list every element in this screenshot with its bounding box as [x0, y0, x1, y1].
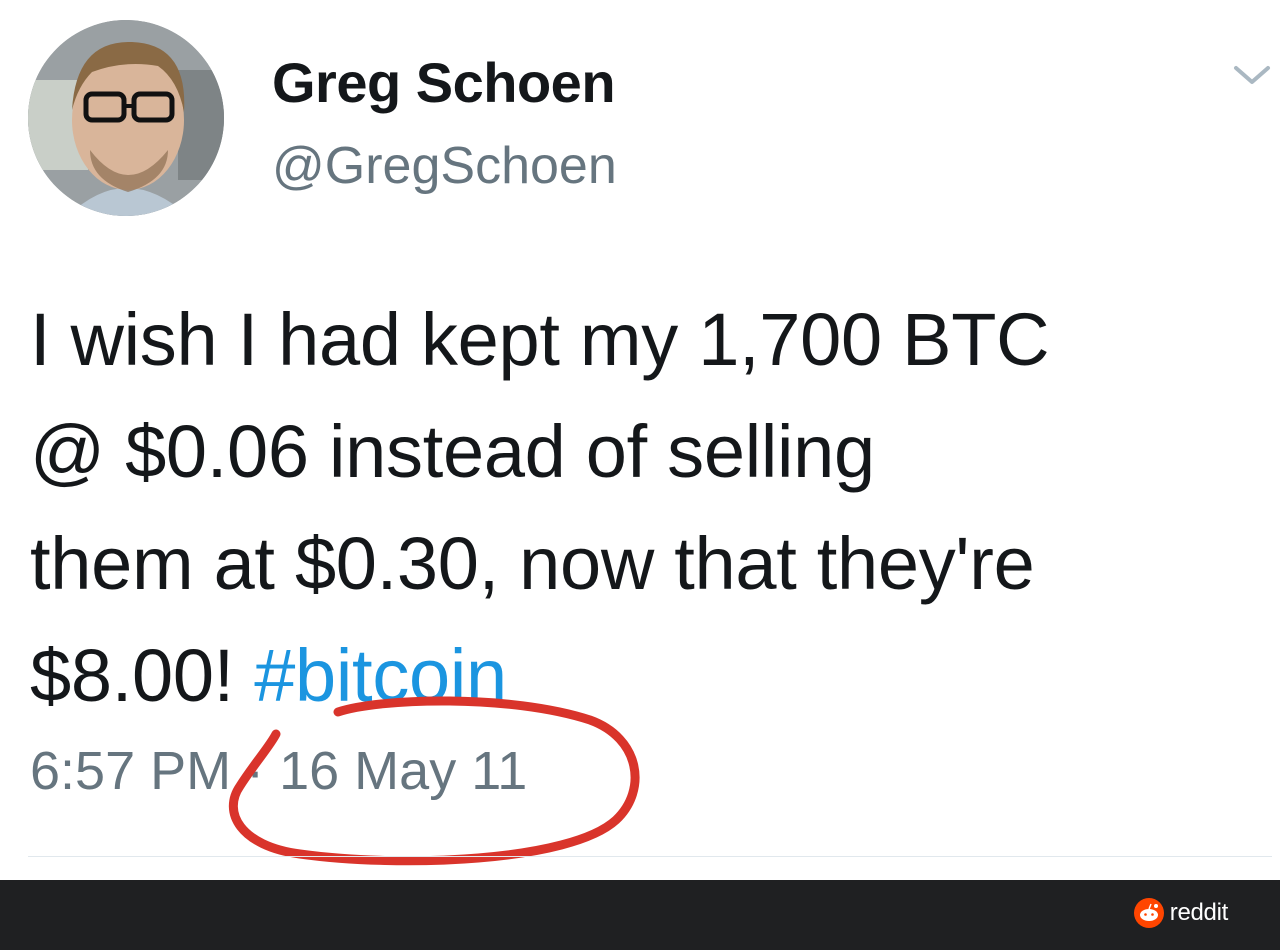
reddit-badge: reddit: [1133, 898, 1229, 928]
chevron-down-icon[interactable]: [1232, 60, 1272, 90]
footer-bar: reddit: [0, 880, 1280, 950]
timestamp-separator: ·: [231, 741, 280, 801]
screenshot-page: Greg Schoen @GregSchoen I wish I had kep…: [0, 0, 1280, 950]
tweet-card: Greg Schoen @GregSchoen I wish I had kep…: [0, 0, 1280, 880]
display-name[interactable]: Greg Schoen: [272, 50, 616, 115]
tweet-timestamp[interactable]: 6:57 PM · 16 May 11: [30, 740, 527, 802]
reddit-logo-icon: [1133, 898, 1164, 928]
avatar[interactable]: [28, 20, 224, 216]
tweet-text: I wish I had kept my 1,700 BTC @ $0.06 i…: [30, 284, 1270, 732]
tweet-text-line: them at $0.30, now that they're: [30, 522, 1035, 605]
tweet-text-line: I wish I had kept my 1,700 BTC: [30, 298, 1050, 381]
divider: [28, 856, 1272, 857]
hashtag-link[interactable]: #bitcoin: [254, 634, 507, 717]
tweet-date: 16 May 11: [279, 741, 528, 801]
tweet-text-line: @ $0.06 instead of selling: [30, 410, 875, 493]
tweet-text-segment: $8.00!: [30, 634, 255, 717]
tweet-time: 6:57 PM: [30, 741, 232, 801]
reddit-wordmark: reddit: [1169, 899, 1229, 926]
tweet-text-line: $8.00! #bitcoin: [30, 620, 1270, 732]
user-handle[interactable]: @GregSchoen: [272, 136, 617, 196]
